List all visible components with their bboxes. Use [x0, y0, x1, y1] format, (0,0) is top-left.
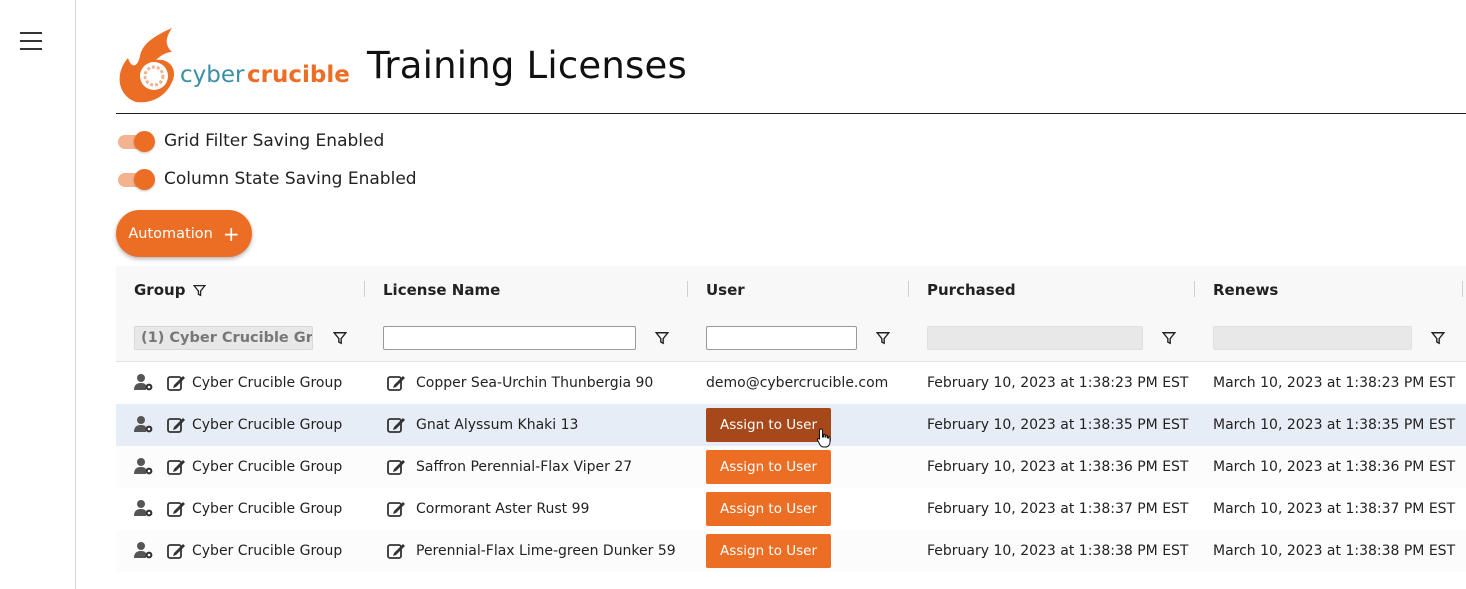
group-cell: Cyber Crucible Group	[192, 375, 343, 391]
sidebar	[0, 0, 76, 589]
group-cell: Cyber Crucible Group	[192, 501, 343, 517]
license-name-filter-input[interactable]	[383, 326, 636, 350]
grid-filter-saving-label: Grid Filter Saving Enabled	[164, 131, 385, 151]
filter-icon[interactable]	[1162, 331, 1176, 345]
edit-icon[interactable]	[166, 499, 186, 519]
purchased-cell: February 10, 2023 at 1:38:38 PM EST	[927, 543, 1189, 559]
column-separator[interactable]	[908, 281, 909, 297]
column-separator[interactable]	[364, 281, 365, 297]
page-title: Training Licenses	[367, 44, 687, 87]
user-email-cell: demo@cybercrucible.com	[706, 375, 889, 391]
renews-cell: March 10, 2023 at 1:38:37 PM EST	[1213, 501, 1456, 517]
license-name-cell: Perennial-Flax Lime-green Dunker 59	[416, 543, 676, 559]
menu-icon[interactable]	[20, 30, 44, 50]
purchased-cell: February 10, 2023 at 1:38:35 PM EST	[927, 417, 1189, 433]
svg-text:cyber: cyber	[180, 62, 245, 88]
group-cell: Cyber Crucible Group	[192, 417, 343, 433]
column-header-group[interactable]: Group	[134, 266, 207, 314]
user-settings-icon[interactable]	[134, 457, 154, 477]
assign-to-user-button[interactable]: Assign to User	[706, 450, 831, 484]
license-name-cell: Gnat Alyssum Khaki 13	[416, 417, 579, 433]
user-filter-input[interactable]	[706, 326, 857, 350]
filter-icon[interactable]	[1431, 331, 1445, 345]
user-settings-icon[interactable]	[134, 541, 154, 561]
assign-to-user-button[interactable]: Assign to User	[706, 492, 831, 526]
user-settings-icon[interactable]	[134, 415, 154, 435]
assign-to-user-button[interactable]: Assign to User	[706, 534, 831, 568]
filter-icon[interactable]	[655, 331, 669, 345]
licenses-grid: Group License Name User Purchased Renews…	[116, 266, 1466, 589]
user-settings-icon[interactable]	[134, 373, 154, 393]
edit-icon[interactable]	[386, 541, 406, 561]
purchased-filter-input[interactable]	[927, 326, 1143, 350]
table-row: Cyber Crucible Group Perennial-Flax Lime…	[116, 530, 1466, 572]
assign-to-user-button[interactable]: Assign to User	[706, 408, 831, 442]
grid-header: Group License Name User Purchased Renews…	[116, 266, 1466, 362]
edit-icon[interactable]	[386, 415, 406, 435]
renews-cell: March 10, 2023 at 1:38:35 PM EST	[1213, 417, 1456, 433]
renews-cell: March 10, 2023 at 1:38:38 PM EST	[1213, 543, 1456, 559]
group-cell: Cyber Crucible Group	[192, 543, 343, 559]
edit-icon[interactable]	[386, 457, 406, 477]
filter-icon[interactable]	[876, 331, 890, 345]
column-separator[interactable]	[1462, 281, 1463, 297]
table-row: Cyber Crucible Group Saffron Perennial-F…	[116, 446, 1466, 488]
grid-filter-saving-switch[interactable]	[116, 131, 155, 152]
filter-icon[interactable]	[333, 331, 347, 345]
column-state-saving-switch[interactable]	[116, 169, 155, 190]
renews-cell: March 10, 2023 at 1:38:23 PM EST	[1213, 375, 1456, 391]
column-state-saving-label: Column State Saving Enabled	[164, 169, 417, 189]
edit-icon[interactable]	[386, 373, 406, 393]
renews-cell: March 10, 2023 at 1:38:36 PM EST	[1213, 459, 1456, 475]
svg-text:crucible: crucible	[247, 62, 350, 88]
edit-icon[interactable]	[166, 415, 186, 435]
column-separator[interactable]	[687, 281, 688, 297]
column-header-renews[interactable]: Renews	[1213, 266, 1278, 314]
column-state-saving-toggle-row: Column State Saving Enabled	[116, 167, 417, 191]
filter-active-icon[interactable]	[193, 284, 207, 297]
automation-button-label: Automation	[128, 225, 213, 242]
column-header-license-name[interactable]: License Name	[383, 266, 500, 314]
column-header-user[interactable]: User	[706, 266, 745, 314]
group-filter-input[interactable]: (1) Cyber Crucible Group	[134, 326, 313, 350]
user-settings-icon[interactable]	[134, 499, 154, 519]
purchased-cell: February 10, 2023 at 1:38:23 PM EST	[927, 375, 1189, 391]
page-header: cyber crucible Training Licenses	[116, 26, 1466, 114]
plus-icon: +	[222, 221, 240, 246]
column-header-purchased[interactable]: Purchased	[927, 266, 1016, 314]
edit-icon[interactable]	[386, 499, 406, 519]
automation-button[interactable]: Automation +	[116, 210, 252, 257]
table-row: Cyber Crucible Group Cormorant Aster Rus…	[116, 488, 1466, 530]
license-name-cell: Copper Sea-Urchin Thunbergia 90	[416, 375, 654, 391]
column-separator[interactable]	[1194, 281, 1195, 297]
group-cell: Cyber Crucible Group	[192, 459, 343, 475]
edit-icon[interactable]	[166, 457, 186, 477]
license-name-cell: Saffron Perennial-Flax Viper 27	[416, 459, 633, 475]
renews-filter-input[interactable]	[1213, 326, 1412, 350]
edit-icon[interactable]	[166, 541, 186, 561]
license-name-cell: Cormorant Aster Rust 99	[416, 501, 590, 517]
table-row: Cyber Crucible Group Copper Sea-Urchin T…	[116, 362, 1466, 404]
purchased-cell: February 10, 2023 at 1:38:36 PM EST	[927, 459, 1189, 475]
table-row: Cyber Crucible Group Gnat Alyssum Khaki …	[116, 404, 1466, 446]
cyber-crucible-logo: cyber crucible	[119, 28, 350, 103]
purchased-cell: February 10, 2023 at 1:38:37 PM EST	[927, 501, 1189, 517]
grid-filter-saving-toggle-row: Grid Filter Saving Enabled	[116, 129, 384, 153]
edit-icon[interactable]	[166, 373, 186, 393]
